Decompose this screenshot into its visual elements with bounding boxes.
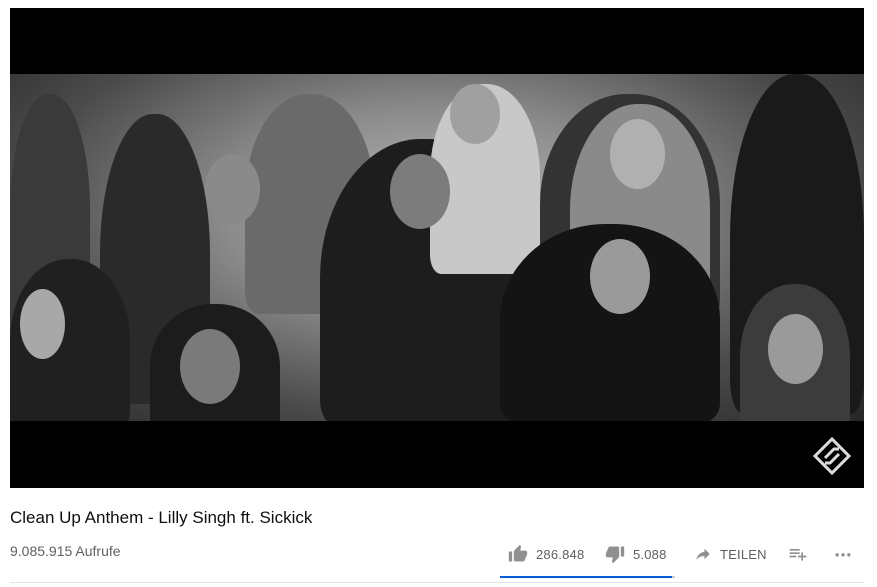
video-title: Clean Up Anthem - Lilly Singh ft. Sickic… [10, 508, 313, 527]
like-button[interactable]: 286.848 [508, 540, 584, 568]
divider [10, 582, 864, 583]
dislike-button[interactable]: 5.088 [605, 540, 667, 568]
more-actions-button[interactable] [833, 540, 853, 568]
more-horizontal-icon [835, 553, 851, 557]
share-label: TEILEN [720, 546, 767, 562]
like-count: 286.848 [536, 546, 585, 562]
video-face [180, 329, 240, 404]
view-count: 9.085.915 Aufrufe [10, 543, 121, 559]
thumb-down-icon [605, 546, 625, 564]
playlist-add-icon [789, 549, 807, 561]
video-face [390, 154, 450, 229]
thumb-up-icon [508, 544, 528, 562]
video-face [768, 314, 823, 384]
video-face [20, 289, 65, 359]
video-player[interactable] [10, 8, 864, 488]
video-page: Clean Up Anthem - Lilly Singh ft. Sickic… [0, 0, 877, 587]
video-face [450, 84, 500, 144]
video-face [590, 239, 650, 314]
save-to-playlist-button[interactable] [788, 540, 808, 568]
sentiment-bar-like-fill [500, 576, 673, 578]
share-button[interactable]: TEILEN [694, 540, 767, 568]
video-face [610, 119, 665, 189]
dislike-count: 5.088 [633, 546, 667, 562]
share-arrow-icon [696, 548, 710, 560]
sentiment-bar [500, 576, 675, 578]
channel-watermark-icon[interactable] [812, 436, 852, 476]
video-frame[interactable] [10, 74, 864, 421]
video-face [205, 154, 260, 224]
